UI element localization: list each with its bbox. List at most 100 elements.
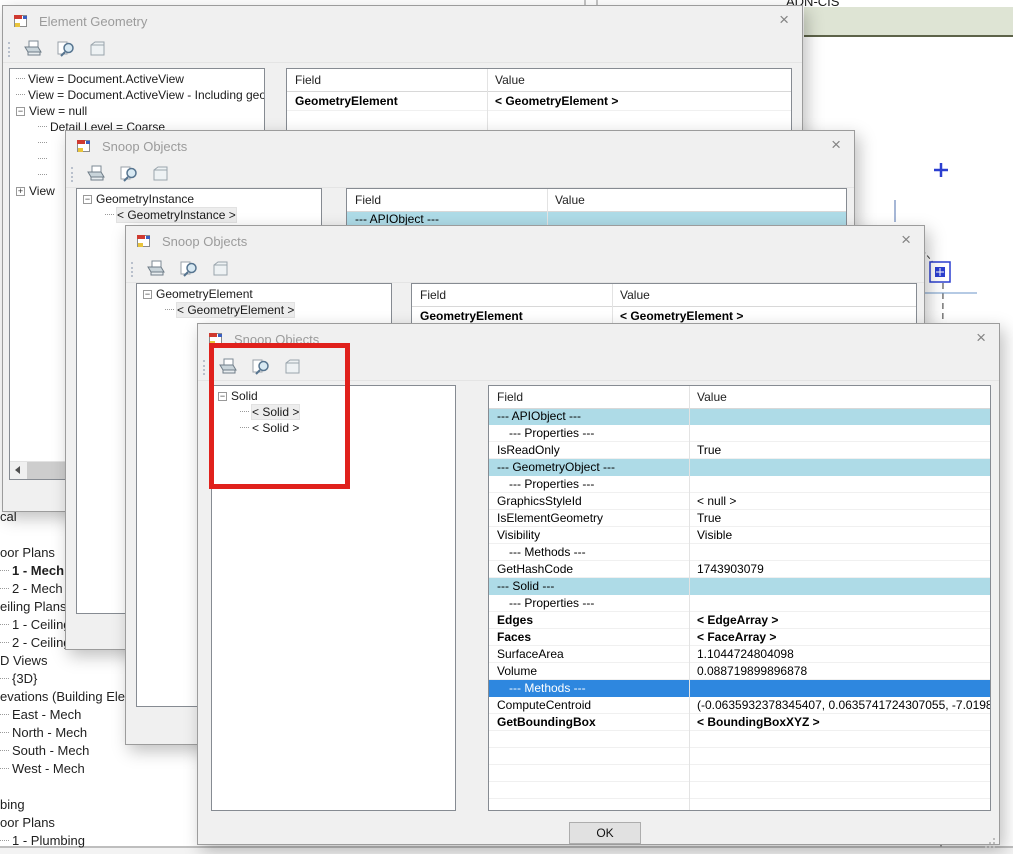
grid-row[interactable]: Edges< EdgeArray > [489,612,990,629]
tree-item[interactable]: < GeometryInstance > [77,207,321,223]
grid-row[interactable]: GetHashCode1743903079 [489,561,990,578]
tree-item[interactable]: View = Document.ActiveView - Including g… [10,87,264,103]
grid-row[interactable]: Volume0.088719899896878 [489,663,990,680]
column-header-value[interactable]: Value [620,288,650,302]
column-header-value[interactable]: Value [697,390,727,404]
grid-row[interactable]: --- GeometryObject --- [489,459,990,476]
winforms-app-icon [136,233,152,249]
toolbar-grip[interactable] [203,360,205,375]
print-preview-icon[interactable] [177,258,201,280]
tree-connector [16,94,25,98]
reference-point-marker [930,262,950,282]
grid-row[interactable]: ComputeCentroid(-0.0635932378345407, 0.0… [489,697,990,714]
column-header-field[interactable]: Field [355,193,381,207]
grid-row[interactable]: --- Properties --- [489,476,990,493]
column-header-value[interactable]: Value [495,73,525,87]
field-cell: --- Properties --- [489,476,689,493]
field-cell: GeometryElement [287,91,487,111]
value-cell [689,459,990,476]
tree-connector [0,840,9,844]
window-title: Snoop Objects [162,234,247,249]
project-browser-item[interactable]: oor Plans [0,814,220,832]
field-cell: --- Properties --- [489,595,689,612]
grid-row[interactable]: --- Methods --- [489,544,990,561]
project-browser-item[interactable]: bing [0,796,220,814]
field-cell: --- Properties --- [489,425,689,442]
value-cell: < EdgeArray > [689,612,990,629]
project-browser-item[interactable]: 1 - Plumbing [0,832,220,850]
tree-label: View = Document.ActiveView - Including g… [28,88,264,102]
tree-label: GeometryElement [156,287,253,301]
toolbar-grip[interactable] [131,262,133,277]
window-title: Snoop Objects [102,139,187,154]
minus-box-icon[interactable]: − [83,195,92,204]
window-title: Element Geometry [39,14,147,29]
scroll-left-arrow-icon[interactable] [10,462,27,479]
titlebar[interactable]: Snoop Objects × [66,131,854,161]
grid-row[interactable]: IsReadOnlyTrue [489,442,990,459]
printer-icon[interactable] [144,258,168,280]
tree-item[interactable]: View = Document.ActiveView [10,71,264,87]
field-cell: ComputeCentroid [489,697,689,714]
field-cell: IsElementGeometry [489,510,689,527]
copy-icon[interactable] [87,38,111,60]
value-cell: 1743903079 [689,561,990,578]
value-cell: Visible [689,527,990,544]
minus-box-icon[interactable]: − [143,290,152,299]
grid-row[interactable]: IsElementGeometryTrue [489,510,990,527]
grid-row[interactable]: --- APIObject --- [489,408,990,425]
value-cell [689,425,990,442]
minus-box-icon[interactable]: − [16,107,25,116]
grid-body: --- APIObject ------ Properties ---IsRea… [489,408,990,810]
tree-connector [0,588,9,592]
print-preview-icon[interactable] [54,38,78,60]
grid-row[interactable]: --- Solid --- [489,578,990,595]
close-icon[interactable]: × [976,328,986,348]
column-header-field[interactable]: Field [420,288,446,302]
titlebar[interactable]: Snoop Objects × [126,226,924,256]
toolbar-grip[interactable] [8,42,10,57]
grid-row[interactable]: GraphicsStyleId< null > [489,493,990,510]
tree-label: < GeometryElement > [177,303,294,317]
grid-row[interactable]: GeometryElement< GeometryElement > [287,91,791,111]
tree-item[interactable]: < GeometryElement > [137,302,391,318]
column-header-field[interactable]: Field [497,390,523,404]
close-icon[interactable]: × [779,10,789,30]
tree-label: < GeometryInstance > [117,208,236,222]
scrollbar-thumb[interactable] [27,462,65,479]
grid-row[interactable]: Faces< FaceArray > [489,629,990,646]
copy-icon[interactable] [150,163,174,185]
grid-row[interactable]: SurfaceArea1.1044724804098 [489,646,990,663]
grid-row[interactable]: VisibilityVisible [489,527,990,544]
grid-row[interactable]: --- Properties --- [489,595,990,612]
project-browser-item[interactable]: West - Mech [0,760,220,778]
printer-icon[interactable] [84,163,108,185]
printer-icon[interactable] [21,38,45,60]
column-header-field[interactable]: Field [295,73,321,87]
ribbon-band [804,7,1013,37]
toolbar-grip[interactable] [71,167,73,182]
value-cell [689,578,990,595]
column-header-value[interactable]: Value [555,193,585,207]
tree-connector [0,750,9,754]
tree-item[interactable]: −View = null [10,103,264,119]
grid-row[interactable]: --- Properties --- [489,425,990,442]
grid-row[interactable]: --- Methods --- [489,680,990,697]
value-cell [689,408,990,425]
print-preview-icon[interactable] [117,163,141,185]
titlebar[interactable]: Element Geometry × [3,6,802,36]
winforms-app-icon [76,138,92,154]
copy-icon[interactable] [210,258,234,280]
tree-item[interactable]: −GeometryElement [137,286,391,302]
field-cell: --- GeometryObject --- [489,459,689,476]
item-label: oor Plans [0,545,55,560]
field-cell: IsReadOnly [489,442,689,459]
tree-connector [38,142,47,146]
ok-button[interactable]: OK [569,822,641,844]
tree-item[interactable]: −GeometryInstance [77,191,321,207]
resize-grip-icon[interactable] [993,838,995,840]
close-icon[interactable]: × [831,135,841,155]
close-icon[interactable]: × [901,230,911,250]
plus-box-icon[interactable]: + [16,187,25,196]
grid-row[interactable]: GetBoundingBox< BoundingBoxXYZ > [489,714,990,731]
